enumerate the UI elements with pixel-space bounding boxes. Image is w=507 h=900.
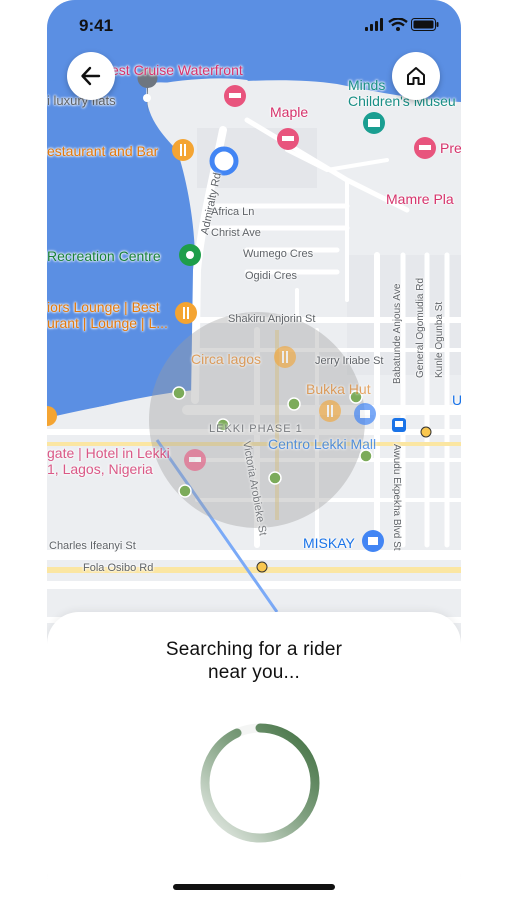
poi-label-centro: Centro Lekki Mall [268,436,377,452]
street-label-charles: Charles Ifeanyi St [49,540,136,552]
poi-label-circa: Circa lagos [191,351,262,367]
home-icon [407,67,425,85]
street-label-jerry: Jerry Iriabe St [315,355,384,367]
home-indicator [173,884,335,890]
loading-spinner-icon [200,723,320,843]
searching-sheet: Searching for a rider near you... [47,612,461,900]
phone-screen: est Cruise Waterfront i luxury flats Map… [47,0,461,900]
poi-label-recreation: Recreation Centre [47,248,161,264]
status-icons [365,17,439,37]
poi-label-hotel-1: gate | Hotel in Lekki [47,445,170,461]
battery-icon [411,18,439,31]
searching-title-line1: Searching for a rider [165,639,343,660]
poi-label-miskay: MISKAY [303,535,355,551]
street-label-shakiru: Shakiru Anjorin St [228,313,316,325]
street-label-general: General Ogomudia Rd [415,277,426,378]
poi-label-hotel-2: 1, Lagos, Nigeria [47,461,153,477]
poi-label-lounge-1: iors Lounge | Best [47,299,160,315]
street-label-africa: Africa Ln [211,206,255,218]
street-label-christ: Christ Ave [211,227,261,239]
poi-label-restaurant: estaurant and Bar [47,143,159,159]
poi-label-maple: Maple [270,104,309,120]
poi-label-mamre: Mamre Pla [386,191,454,207]
cellular-signal-icon [365,18,383,31]
poi-label-lounge-2: urant | Lounge | L... [47,315,168,331]
map-view[interactable]: est Cruise Waterfront i luxury flats Map… [47,0,461,660]
poi-label-minds-2: Children's Museu [348,93,456,109]
poi-label-u: U [452,392,461,408]
wifi-icon [388,17,408,31]
street-label-ogidi: Ogidi Cres [245,270,297,282]
home-button[interactable] [392,52,440,100]
street-label-kunle: Kunle Ogunba St [434,301,445,378]
poi-label-bukka: Bukka Hut [306,381,371,397]
back-button[interactable] [67,52,115,100]
arrow-left-icon [81,66,101,86]
street-label-wumego: Wumego Cres [243,248,314,260]
status-bar: 9:41 [47,0,461,48]
poi-label-minds-1: Minds [348,77,386,93]
poi-label-pre: Pre [440,140,461,156]
street-label-awudu: Awudu Ekpekha Blvd St [391,444,402,551]
searching-title-line2: near you... [208,662,300,683]
street-label-babatunde: Babatunde Anjous Ave [392,283,403,384]
poi-label-cruise: est Cruise Waterfront [111,62,243,78]
searching-title: Searching for a rider near you... [47,638,461,684]
street-label-fola: Fola Osibo Rd [83,562,154,574]
area-label-lekki-phase: LEKKI PHASE 1 [209,423,303,435]
status-time: 9:41 [79,16,114,35]
